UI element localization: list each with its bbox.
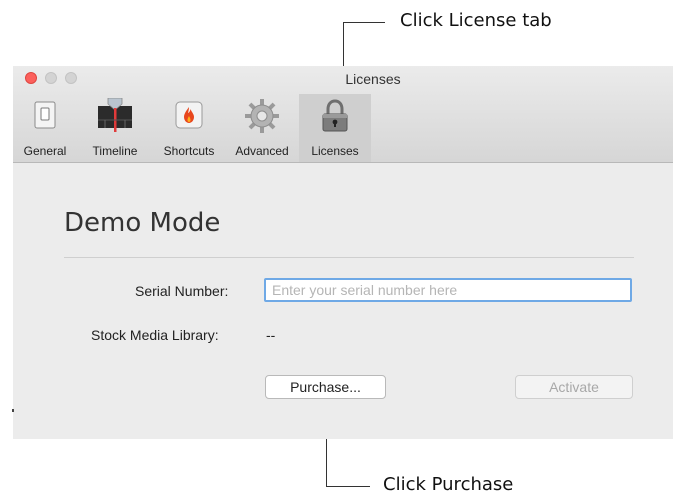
stock-media-library-label: Stock Media Library: xyxy=(91,327,219,343)
serial-number-input[interactable] xyxy=(264,278,632,302)
activate-button[interactable]: Activate xyxy=(515,375,633,399)
stock-media-library-value: -- xyxy=(266,327,276,343)
window-titlebar: Licenses General Timeline Shortcuts Adva… xyxy=(13,66,673,163)
section-divider xyxy=(64,257,634,258)
switch-icon xyxy=(30,98,60,135)
tab-licenses[interactable]: Licenses xyxy=(299,94,371,162)
tab-shortcuts-label: Shortcuts xyxy=(163,144,215,158)
preferences-window: Licenses General Timeline Shortcuts Adva… xyxy=(13,66,673,439)
window-title: Licenses xyxy=(345,71,401,87)
tab-licenses-label: Licenses xyxy=(311,144,359,158)
tab-advanced-label: Advanced xyxy=(235,144,289,158)
tab-shortcuts[interactable]: Shortcuts xyxy=(153,94,225,162)
page-title: Demo Mode xyxy=(64,208,221,238)
purchase-callout: Click Purchase xyxy=(383,474,514,495)
license-tab-callout: Click License tab xyxy=(400,10,552,31)
tab-advanced[interactable]: Advanced xyxy=(225,94,299,162)
lock-icon xyxy=(318,98,352,139)
purchase-button[interactable]: Purchase... xyxy=(265,375,386,399)
license-callout-horizontal-line xyxy=(343,22,385,23)
timeline-icon xyxy=(95,97,135,137)
flame-key-icon xyxy=(172,98,206,137)
tab-timeline[interactable]: Timeline xyxy=(77,94,153,162)
serial-number-label: Serial Number: xyxy=(135,283,229,299)
tab-general[interactable]: General xyxy=(13,94,77,162)
tab-timeline-label: Timeline xyxy=(92,144,138,158)
window-edge-mark xyxy=(12,409,14,412)
gear-icon xyxy=(244,98,280,139)
tab-general-label: General xyxy=(23,144,67,158)
purchase-callout-horizontal-line xyxy=(326,486,370,487)
